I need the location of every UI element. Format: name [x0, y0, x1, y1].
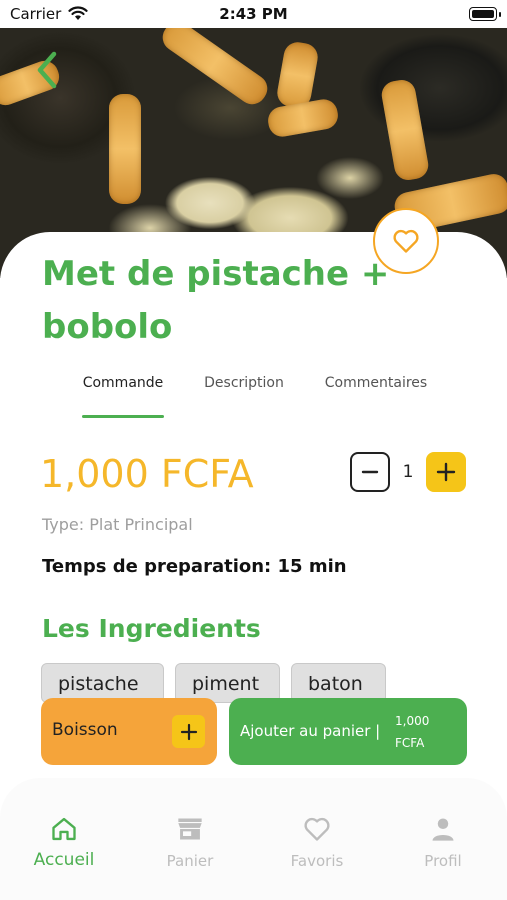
heart-icon: [393, 229, 419, 253]
photo-bobolo-stick: [379, 77, 431, 183]
product-title: Met de pistache + bobolo: [42, 254, 390, 347]
minus-icon: [361, 470, 379, 474]
nav-label-favoris: Favoris: [290, 852, 344, 870]
quantity-value: 1: [402, 462, 414, 482]
store-icon: [178, 818, 202, 840]
tab-commentaires[interactable]: Commentaires: [322, 375, 430, 391]
tab-description[interactable]: Description: [202, 375, 286, 391]
boisson-button[interactable]: Boisson: [41, 698, 217, 765]
ingredient-chip: pistache: [41, 663, 164, 703]
nav-item-panier[interactable]: Panier: [140, 814, 240, 870]
nav-item-favoris[interactable]: Favoris: [267, 814, 367, 870]
photo-bobolo-stick: [157, 28, 273, 110]
favorite-button[interactable]: [373, 208, 439, 274]
add-boisson-button[interactable]: [172, 715, 205, 748]
tab-commande[interactable]: Commande: [80, 375, 166, 391]
active-tab-indicator: [82, 415, 164, 418]
ingredients-heading: Les Ingredients: [42, 614, 261, 643]
add-to-cart-price: 1,000 FCFA: [395, 714, 430, 750]
nav-item-accueil[interactable]: Accueil: [14, 814, 114, 870]
photo-bobolo-stick: [109, 94, 141, 204]
add-to-cart-label: Ajouter au panier |: [240, 722, 381, 740]
heart-icon: [304, 817, 330, 841]
status-bar: Carrier 2:43 PM: [0, 0, 507, 28]
quantity-decrease-button[interactable]: [350, 452, 390, 492]
person-icon: [432, 818, 454, 841]
nav-label-accueil: Accueil: [33, 850, 95, 870]
nav-label-panier: Panier: [166, 852, 214, 870]
product-price: 1,000 FCFA: [40, 452, 254, 496]
battery-icon: [469, 7, 501, 21]
quantity-increase-button[interactable]: [426, 452, 466, 492]
photo-bobolo-stick: [275, 40, 320, 110]
bottom-nav: Accueil Panier Favoris Profil: [0, 778, 507, 900]
boisson-label: Boisson: [52, 720, 118, 740]
product-tabs: Commande Description Commentaires: [42, 375, 472, 420]
clock: 2:43 PM: [219, 5, 288, 23]
nav-item-profil[interactable]: Profil: [393, 814, 493, 870]
photo-bobolo-stick: [265, 97, 341, 139]
ingredient-chip: baton: [291, 663, 386, 703]
nav-label-profil: Profil: [424, 852, 462, 870]
prep-time: Temps de preparation: 15 min: [42, 556, 347, 577]
home-icon: [52, 817, 76, 841]
product-type: Type: Plat Principal: [42, 515, 193, 534]
back-arrow-icon[interactable]: [30, 50, 66, 90]
plus-icon: [436, 462, 456, 482]
ingredient-chip: piment: [175, 663, 280, 703]
add-to-cart-button[interactable]: Ajouter au panier | 1,000 FCFA: [229, 698, 467, 765]
plus-icon: [180, 723, 197, 740]
